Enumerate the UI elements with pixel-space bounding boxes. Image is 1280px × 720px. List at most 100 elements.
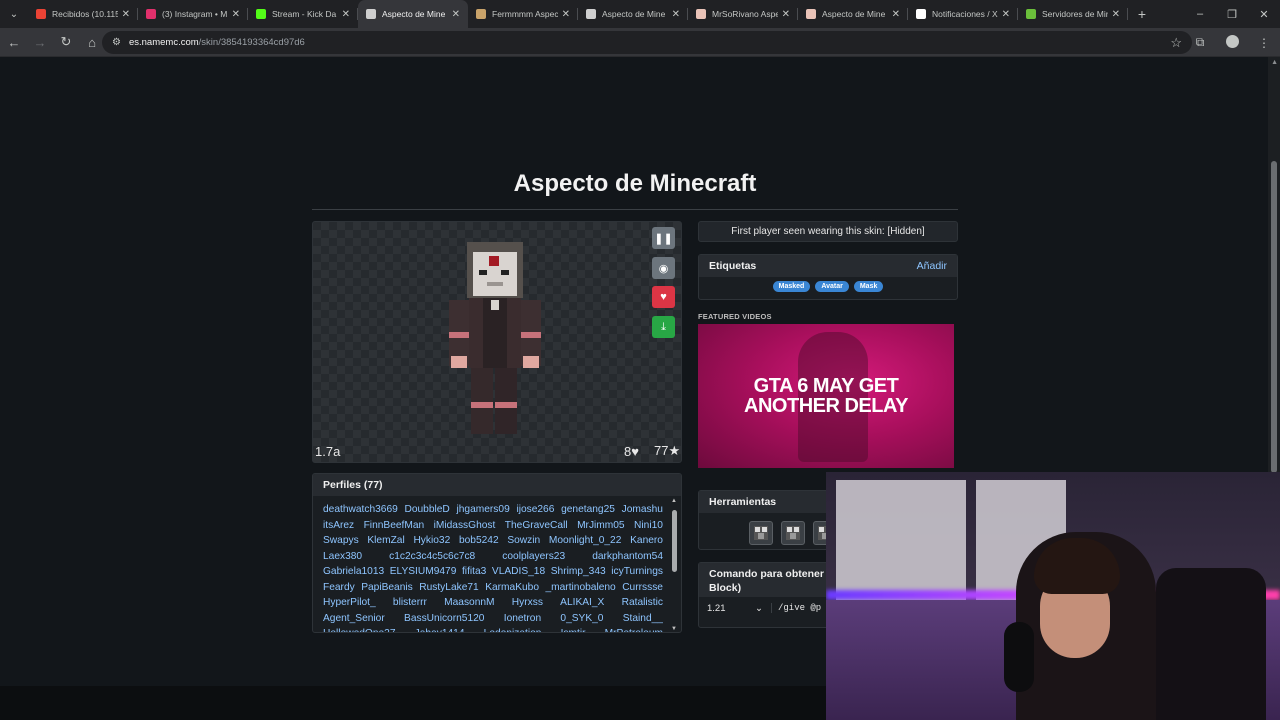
command-text[interactable]: /give @p m	[771, 603, 832, 613]
profile-link[interactable]: Ionetron	[504, 611, 541, 627]
profile-link[interactable]: Nini10	[634, 518, 663, 534]
address-bar[interactable]: ⚙ es.namemc.com/skin/3854193364cd97d6 ☆	[102, 31, 1192, 54]
like-button[interactable]: ♥	[652, 286, 675, 308]
profile-link[interactable]: 0_SYK_0	[560, 611, 603, 627]
scroll-up-icon[interactable]: ▲	[671, 498, 677, 504]
profile-link[interactable]: Sowzin	[507, 533, 540, 549]
profile-link[interactable]: _martinobaleno	[545, 580, 615, 596]
profile-link[interactable]: Jabay1414	[415, 626, 465, 632]
browser-tab[interactable]: Aspecto de Mine ✕	[798, 0, 908, 28]
tab-close-icon[interactable]: ✕	[452, 9, 460, 20]
featured-video[interactable]: GTA 6 MAY GET ANOTHER DELAY	[698, 324, 954, 468]
profile-link[interactable]: c1c2c3c4c5c6c7c8	[389, 549, 475, 565]
profile-link[interactable]: jhgamers09	[457, 502, 510, 518]
profile-link[interactable]: Staind__	[623, 611, 663, 627]
profile-link[interactable]: icyTurnings	[611, 564, 663, 580]
browser-tab[interactable]: Notificaciones / X ✕	[908, 0, 1018, 28]
download-button[interactable]: ⤓	[652, 316, 675, 338]
browser-tab[interactable]: Aspecto de Mine ✕	[358, 0, 468, 28]
add-tag-link[interactable]: Añadir	[917, 260, 947, 272]
profile-link[interactable]: ELYSIUM9479	[390, 564, 457, 580]
browser-tab[interactable]: Fermmmm Aspec ✕	[468, 0, 578, 28]
profile-link[interactable]: KlemZal	[367, 533, 404, 549]
tag-badge[interactable]: Mask	[853, 281, 884, 292]
profile-link[interactable]: Moonlight_0_22	[549, 533, 622, 549]
profile-link[interactable]: Laex380	[323, 549, 362, 565]
profile-link[interactable]: coolplayers23	[502, 549, 565, 565]
profile-link[interactable]: Lodonization	[484, 626, 542, 632]
profile-link[interactable]: Swapys	[323, 533, 359, 549]
tool-skin-head-icon[interactable]	[749, 521, 773, 545]
version-select[interactable]: 1.21 ⌄	[707, 603, 763, 614]
tab-close-icon[interactable]: ✕	[1002, 9, 1010, 20]
site-info-icon[interactable]: ⚙	[112, 37, 121, 48]
profile-link[interactable]: KarmaKubo	[485, 580, 539, 596]
scroll-down-icon[interactable]: ▼	[671, 626, 677, 632]
profile-link[interactable]: MaasonnM	[444, 595, 494, 611]
bookmark-star-icon[interactable]: ☆	[1170, 35, 1182, 51]
tab-close-icon[interactable]: ✕	[232, 9, 240, 20]
maximize-icon[interactable]: ❐	[1216, 0, 1248, 28]
tab-close-icon[interactable]: ✕	[782, 9, 790, 20]
tab-search-icon[interactable]: ⌄	[0, 0, 28, 28]
profile-link[interactable]: Hyrxss	[512, 595, 543, 611]
profile-link[interactable]: RustyLake71	[419, 580, 478, 596]
tab-close-icon[interactable]: ✕	[892, 9, 900, 20]
profile-link[interactable]: ALIKAI_X	[560, 595, 604, 611]
profile-link[interactable]: itsArez	[323, 518, 354, 534]
browser-tab[interactable]: Recibidos (10.115 ✕	[28, 0, 138, 28]
browser-tab[interactable]: Servidores de Min ✕	[1018, 0, 1128, 28]
profiles-list[interactable]: deathwatch3669 DoubbleD jhgamers09 ijose266…	[323, 502, 663, 632]
profile-link[interactable]: deathwatch3669	[323, 502, 398, 518]
close-window-icon[interactable]: ✕	[1248, 0, 1280, 28]
profile-link[interactable]: Ratalistic	[622, 595, 663, 611]
tab-close-icon[interactable]: ✕	[122, 9, 130, 20]
profile-link[interactable]: VLADIS_18	[492, 564, 545, 580]
skin-viewer[interactable]: ❚❚ ◉ ♥ ⤓ 1.7a 8♥ 77★	[312, 221, 682, 463]
profile-link[interactable]: MrJimm05	[577, 518, 625, 534]
menu-icon[interactable]: ⋮	[1248, 36, 1280, 50]
profile-link[interactable]: Gabriela1013	[323, 564, 384, 580]
scroll-up-icon[interactable]: ▲	[1271, 59, 1278, 66]
screenshot-button[interactable]: ◉	[652, 257, 675, 279]
profile-link[interactable]: Shrimp_343	[551, 564, 606, 580]
profile-link[interactable]: bob5242	[459, 533, 499, 549]
profile-link[interactable]: HyperPilot_	[323, 595, 376, 611]
profile-link[interactable]: HollowedOne27	[323, 626, 396, 632]
profile-link[interactable]: Hykio32	[413, 533, 450, 549]
profile-link[interactable]: Agent_Senior	[323, 611, 385, 627]
profile-link[interactable]: Ismtir	[561, 626, 586, 632]
profile-avatar[interactable]	[1216, 34, 1248, 51]
profile-link[interactable]: MrPetroleum	[605, 626, 663, 632]
profile-link[interactable]: FinnBeefMan	[364, 518, 425, 534]
profile-link[interactable]: BassUnicorn5120	[404, 611, 484, 627]
back-icon[interactable]: ←	[2, 30, 26, 54]
browser-tab[interactable]: Aspecto de Mine ✕	[578, 0, 688, 28]
profile-link[interactable]: Currssse	[622, 580, 663, 596]
profile-link[interactable]: Kanero	[630, 533, 663, 549]
profile-link[interactable]: fifita3	[462, 564, 486, 580]
tab-close-icon[interactable]: ✕	[672, 9, 680, 20]
tab-close-icon[interactable]: ✕	[342, 9, 350, 20]
browser-tab[interactable]: (3) Instagram • M ✕	[138, 0, 248, 28]
tag-badge[interactable]: Masked	[772, 281, 811, 292]
forward-icon[interactable]: →	[28, 30, 52, 54]
profile-link[interactable]: Jomashu	[622, 502, 663, 518]
profile-link[interactable]: blisterrr	[393, 595, 427, 611]
extensions-icon[interactable]: ⧉	[1184, 35, 1216, 50]
skin-render[interactable]	[443, 238, 548, 438]
minimize-icon[interactable]: –	[1184, 0, 1216, 28]
tab-close-icon[interactable]: ✕	[1112, 9, 1120, 20]
browser-tab[interactable]: Stream - Kick Da ✕	[248, 0, 358, 28]
profile-link[interactable]: Feardy	[323, 580, 355, 596]
reload-icon[interactable]: ↻	[54, 30, 78, 54]
tab-close-icon[interactable]: ✕	[562, 9, 570, 20]
new-tab-button[interactable]: +	[1128, 0, 1156, 28]
profile-link[interactable]: darkphantom54	[592, 549, 663, 565]
profile-link[interactable]: iMidassGhost	[434, 518, 496, 534]
profile-link[interactable]: ijose266	[516, 502, 554, 518]
tool-skin-face-icon[interactable]	[781, 521, 805, 545]
profile-link[interactable]: genetang25	[561, 502, 615, 518]
pause-button[interactable]: ❚❚	[652, 227, 675, 249]
profile-link[interactable]: PapiBeanis	[361, 580, 413, 596]
